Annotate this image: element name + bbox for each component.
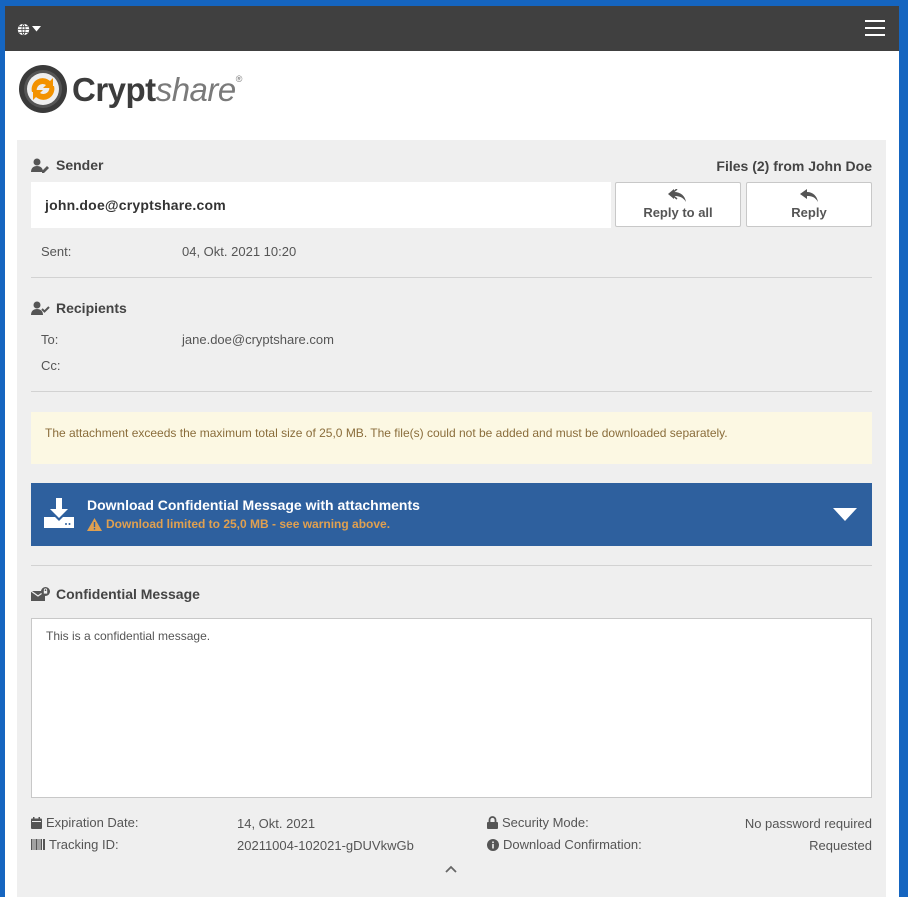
reply-icon — [800, 189, 818, 202]
download-message-button[interactable]: Download Confidential Message with attac… — [31, 483, 872, 546]
user-edit-icon — [31, 158, 49, 173]
caret-down-icon — [833, 508, 857, 521]
expiration-label-text: Expiration Date: — [46, 815, 139, 830]
caret-down-icon — [32, 26, 41, 32]
cc-label: Cc: — [41, 358, 61, 373]
lock-icon — [487, 816, 498, 829]
chevron-up-icon — [445, 865, 457, 873]
logo-share-text: share — [155, 70, 237, 108]
hamburger-icon-bar — [865, 34, 885, 36]
tracking-label-text: Tracking ID: — [49, 837, 119, 852]
divider — [31, 277, 872, 278]
logo-wordmark: Crypt share ® — [72, 73, 242, 106]
recipients-heading-label: Recipients — [56, 300, 127, 316]
sender-heading: Sender — [31, 157, 103, 173]
collapse-details-button[interactable] — [445, 860, 457, 878]
confidential-message-body: This is a confidential message. — [31, 618, 872, 798]
sent-value: 04, Okt. 2021 10:20 — [182, 244, 297, 259]
size-warning-alert: The attachment exceeds the maximum total… — [31, 412, 872, 464]
sender-heading-label: Sender — [56, 157, 104, 173]
warning-triangle-icon — [87, 517, 102, 531]
globe-icon — [17, 22, 30, 36]
reply-to-all-button[interactable]: Reply to all — [615, 182, 741, 227]
security-mode-value: No password required — [744, 816, 872, 831]
secure-mail-icon — [31, 586, 50, 601]
cryptshare-logo-icon — [19, 65, 67, 113]
download-expand-toggle[interactable] — [818, 483, 872, 546]
hamburger-icon-bar — [865, 20, 885, 22]
header: Crypt share ® — [5, 51, 899, 140]
expiration-value: 14, Okt. 2021 — [237, 816, 316, 831]
download-icon — [44, 498, 74, 528]
download-limit-text: Download limited to 25,0 MB - see warnin… — [106, 517, 391, 531]
tracking-label: Tracking ID: — [31, 837, 119, 852]
sender-email: john.doe@cryptshare.com — [31, 182, 611, 228]
confidential-message-heading: Confidential Message — [31, 586, 200, 602]
download-title: Download Confidential Message with attac… — [87, 497, 420, 513]
reply-label: Reply — [791, 205, 827, 220]
divider — [31, 391, 872, 392]
calendar-icon — [31, 816, 42, 829]
recipients-heading: Recipients — [31, 300, 127, 316]
reply-all-icon — [668, 189, 686, 202]
download-limit-note: Download limited to 25,0 MB - see warnin… — [87, 517, 390, 531]
message-panel: Sender Files (2) from John Doe john.doe@… — [17, 140, 886, 897]
language-button[interactable] — [17, 20, 45, 38]
files-heading: Files (2) from John Doe — [716, 158, 872, 174]
logo-crypt-text: Crypt — [72, 70, 156, 108]
to-label: To: — [41, 332, 59, 347]
menu-button[interactable] — [865, 20, 885, 36]
reply-button[interactable]: Reply — [746, 182, 872, 227]
download-confirmation-value: Requested — [809, 838, 872, 853]
tracking-id-value: 20211004-102021-gDUVkwGb — [237, 838, 414, 853]
expiration-label: Expiration Date: — [31, 815, 139, 830]
app-frame: Crypt share ® Sender Files (2) from John… — [5, 6, 899, 897]
divider — [31, 565, 872, 566]
user-check-icon — [31, 301, 50, 315]
reply-to-all-label: Reply to all — [643, 205, 713, 220]
top-navbar — [5, 6, 899, 51]
security-mode-label-text: Security Mode: — [502, 815, 589, 830]
cryptshare-logo[interactable]: Crypt share ® — [18, 64, 242, 114]
download-confirmation-label-text: Download Confirmation: — [503, 837, 642, 852]
info-circle-icon — [487, 838, 499, 851]
security-mode-label: Security Mode: — [487, 815, 589, 830]
to-value: jane.doe@cryptshare.com — [182, 332, 334, 347]
confidential-message-label: Confidential Message — [56, 586, 200, 602]
sent-label: Sent: — [41, 244, 72, 259]
barcode-icon — [31, 839, 45, 850]
download-confirmation-label: Download Confirmation: — [487, 837, 642, 852]
logo-registered-mark: ® — [235, 73, 243, 84]
hamburger-icon-bar — [865, 27, 885, 29]
